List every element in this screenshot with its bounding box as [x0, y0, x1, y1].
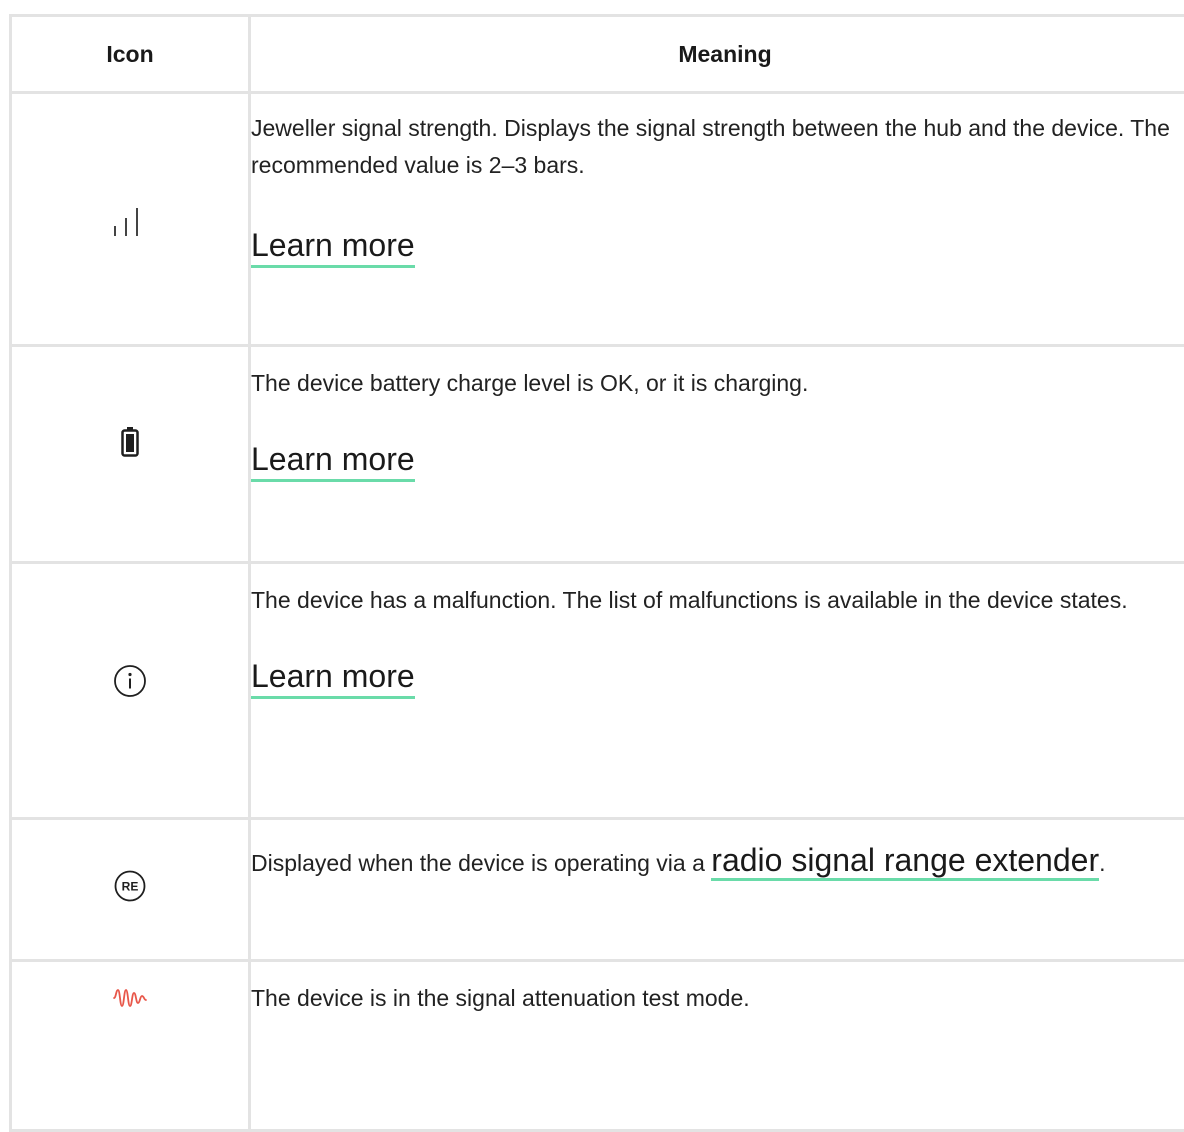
range-extender-link[interactable]: radio signal range extender: [711, 842, 1099, 881]
row-description: Jeweller signal strength. Displays the s…: [251, 110, 1184, 184]
table-row: The device battery charge level is OK, o…: [11, 346, 1184, 563]
table-row: Jeweller signal strength. Displays the s…: [11, 93, 1184, 346]
row-description: The device has a malfunction. The list o…: [251, 582, 1184, 619]
icon-meaning-table: Icon Meaning Jeweller signal strength. D…: [9, 14, 1184, 1132]
table-row: The device is in the signal attenuation …: [11, 961, 1184, 1131]
row-description-suffix: .: [1099, 850, 1105, 876]
table-header-row: Icon Meaning: [11, 16, 1184, 93]
battery-icon: [121, 433, 139, 450]
learn-more-link[interactable]: Learn more: [251, 657, 415, 699]
learn-more-link[interactable]: Learn more: [251, 440, 415, 482]
meaning-cell: The device battery charge level is OK, o…: [250, 346, 1184, 563]
meaning-cell: The device has a malfunction. The list o…: [250, 563, 1184, 819]
range-extender-icon-label: RE: [122, 879, 139, 893]
icon-cell: RE: [11, 819, 250, 961]
row-description: The device battery charge level is OK, o…: [251, 365, 1184, 402]
icon-cell: [11, 563, 250, 819]
attenuation-test-icon: [113, 989, 147, 1006]
meaning-cell: Jeweller signal strength. Displays the s…: [250, 93, 1184, 346]
table-row: The device has a malfunction. The list o…: [11, 563, 1184, 819]
icon-cell: [11, 346, 250, 563]
info-icon: [113, 672, 147, 689]
icon-cell: [11, 961, 250, 1131]
row-description-prefix: Displayed when the device is operating v…: [251, 850, 711, 876]
meaning-cell: The device is in the signal attenuation …: [250, 961, 1184, 1131]
signal-strength-icon: [112, 213, 148, 230]
row-description: The device is in the signal attenuation …: [251, 980, 1184, 1017]
meaning-cell: Displayed when the device is operating v…: [250, 819, 1184, 961]
icon-cell: [11, 93, 250, 346]
range-extender-icon: RE: [114, 877, 146, 894]
learn-more-link[interactable]: Learn more: [251, 226, 415, 268]
icon-column-header: Icon: [11, 16, 250, 93]
table-row: RE Displayed when the device is operatin…: [11, 819, 1184, 961]
meaning-column-header: Meaning: [250, 16, 1184, 93]
